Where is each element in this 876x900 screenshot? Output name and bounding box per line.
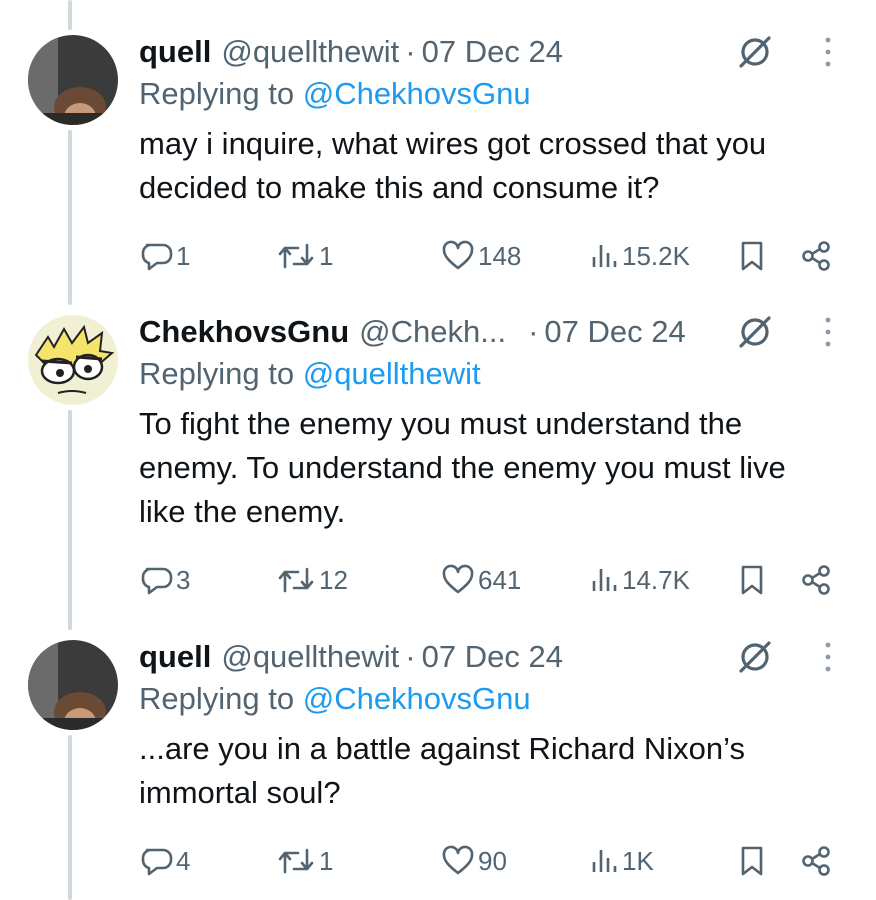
reply-button[interactable]: 1 — [139, 236, 190, 276]
share-icon — [802, 846, 830, 876]
tweet-text: may i inquire, what wires got crossed th… — [139, 126, 767, 205]
tweet[interactable]: quell @quellthewit · 07 Dec 24 Replying … — [0, 30, 876, 280]
reply-button[interactable]: 3 — [139, 560, 190, 600]
separator: · — [528, 314, 539, 349]
replying-to: Replying to @ChekhovsGnu — [139, 681, 531, 717]
views-count: 14.7K — [622, 564, 690, 595]
user-handle[interactable]: @quellthewit — [221, 34, 399, 70]
replying-prefix: Replying to — [139, 76, 303, 111]
replying-prefix: Replying to — [139, 356, 303, 391]
views-icon — [592, 245, 617, 267]
tweet-date[interactable]: 07 Dec 24 — [422, 34, 563, 70]
replying-to: Replying to @quellthewit — [139, 356, 481, 392]
more-icon[interactable] — [818, 314, 838, 355]
views-count: 1K — [622, 845, 654, 876]
heart-icon — [442, 240, 474, 270]
share-button[interactable] — [799, 841, 833, 881]
share-button[interactable] — [799, 560, 833, 600]
bookmark-button[interactable] — [737, 236, 767, 276]
tweet-text: ...are you in a battle against Richard N… — [139, 731, 745, 810]
grok-icon[interactable] — [735, 312, 775, 357]
user-handle[interactable]: @Chekh... — [359, 314, 506, 350]
retweet-button[interactable]: 1 — [276, 236, 333, 276]
like-count: 148 — [478, 240, 522, 271]
reply-count: 1 — [176, 240, 191, 271]
heart-icon — [442, 564, 474, 594]
retweet-icon — [278, 848, 314, 874]
reply-button[interactable]: 4 — [139, 841, 190, 881]
reply-icon — [141, 848, 173, 876]
retweet-icon — [278, 243, 314, 269]
bookmark-button[interactable] — [737, 841, 767, 881]
retweet-button[interactable]: 1 — [276, 841, 333, 881]
tweet[interactable]: quell @quellthewit · 07 Dec 24 Replying … — [0, 635, 876, 895]
reply-count: 3 — [176, 564, 191, 595]
replying-mention[interactable]: @ChekhovsGnu — [303, 76, 531, 111]
more-icon[interactable] — [818, 34, 838, 75]
avatar[interactable] — [28, 315, 118, 405]
separator: · — [405, 639, 416, 674]
views-count: 15.2K — [622, 240, 690, 271]
grok-icon[interactable] — [735, 637, 775, 682]
grok-icon[interactable] — [735, 32, 775, 77]
reply-icon — [141, 243, 173, 271]
retweet-count: 1 — [319, 240, 334, 271]
share-icon — [802, 241, 830, 271]
tweet-actions: 3 12 641 14.7K — [139, 560, 839, 600]
replying-mention[interactable]: @quellthewit — [303, 356, 481, 391]
replying-mention[interactable]: @ChekhovsGnu — [303, 681, 531, 716]
like-count: 90 — [478, 845, 507, 876]
like-button[interactable]: 641 — [441, 560, 521, 600]
separator: · — [405, 34, 416, 69]
tweet-date[interactable]: 07 Dec 24 — [544, 314, 685, 350]
replying-prefix: Replying to — [139, 681, 303, 716]
display-name[interactable]: quell — [139, 639, 211, 675]
tweet[interactable]: ChekhovsGnu @Chekh... · 07 Dec 24 Replyi… — [0, 310, 876, 610]
share-button[interactable] — [799, 236, 833, 276]
bookmark-button[interactable] — [737, 560, 767, 600]
avatar[interactable] — [28, 35, 118, 125]
like-button[interactable]: 90 — [441, 841, 507, 881]
reply-count: 4 — [176, 845, 191, 876]
retweet-icon — [278, 567, 314, 593]
bookmark-icon — [741, 241, 763, 271]
bookmark-icon — [741, 565, 763, 595]
views-icon — [592, 850, 617, 872]
views-button[interactable]: 1K — [589, 841, 654, 881]
views-button[interactable]: 15.2K — [589, 236, 690, 276]
display-name[interactable]: quell — [139, 34, 211, 70]
like-count: 641 — [478, 564, 522, 595]
tweet-actions: 1 1 148 15.2K — [139, 236, 839, 276]
views-icon — [592, 569, 617, 591]
views-button[interactable]: 14.7K — [589, 560, 690, 600]
reply-icon — [141, 567, 173, 595]
retweet-button[interactable]: 12 — [276, 560, 348, 600]
retweet-count: 1 — [319, 845, 334, 876]
display-name[interactable]: ChekhovsGnu — [139, 314, 349, 350]
like-button[interactable]: 148 — [441, 236, 521, 276]
tweet-actions: 4 1 90 1K — [139, 841, 839, 881]
avatar[interactable] — [28, 640, 118, 730]
more-icon[interactable] — [818, 639, 838, 680]
share-icon — [802, 565, 830, 595]
retweet-count: 12 — [319, 564, 348, 595]
replying-to: Replying to @ChekhovsGnu — [139, 76, 531, 112]
heart-icon — [442, 845, 474, 875]
tweet-text: To fight the enemy you must understand t… — [139, 406, 786, 529]
thread-line — [68, 0, 72, 30]
bookmark-icon — [741, 846, 763, 876]
tweet-date[interactable]: 07 Dec 24 — [422, 639, 563, 675]
user-handle[interactable]: @quellthewit — [221, 639, 399, 675]
